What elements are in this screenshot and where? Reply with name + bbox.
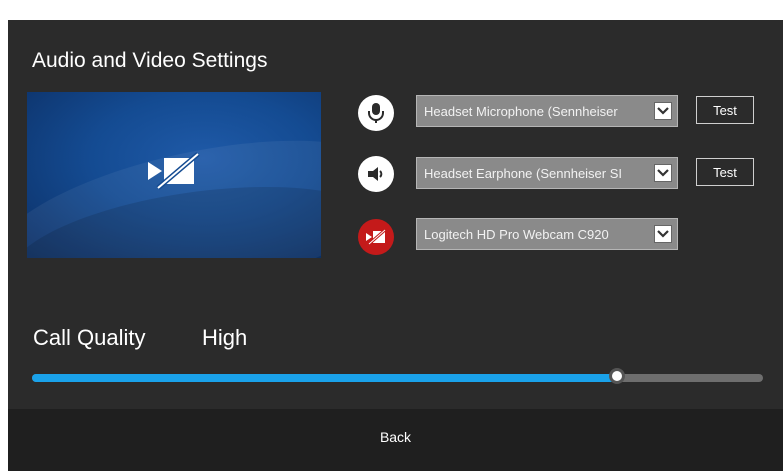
camera-select-value: Logitech HD Pro Webcam C920: [424, 227, 609, 242]
microphone-select[interactable]: Headset Microphone (Sennheiser: [416, 95, 678, 127]
speaker-icon: [358, 156, 394, 192]
call-quality-slider[interactable]: [32, 368, 763, 384]
test-speaker-button[interactable]: Test: [696, 158, 754, 186]
speaker-select-value: Headset Earphone (Sennheiser SI: [424, 166, 623, 181]
chevron-down-icon[interactable]: [654, 102, 672, 120]
call-quality-slider-thumb[interactable]: [608, 368, 625, 384]
video-preview: [27, 92, 321, 258]
call-quality-slider-fill: [32, 374, 617, 382]
page-title: Audio and Video Settings: [32, 49, 268, 72]
chevron-down-icon[interactable]: [654, 225, 672, 243]
footer-bar: Back: [8, 409, 783, 471]
microphone-icon: [358, 95, 394, 131]
camera-off-icon: [148, 152, 200, 190]
camera-select[interactable]: Logitech HD Pro Webcam C920: [416, 218, 678, 250]
speaker-select[interactable]: Headset Earphone (Sennheiser SI: [416, 157, 678, 189]
microphone-select-value: Headset Microphone (Sennheiser: [424, 104, 618, 119]
settings-panel: Audio and Video Settings Headset Microph…: [8, 20, 783, 471]
camera-off-icon[interactable]: [358, 219, 394, 255]
call-quality-value: High: [202, 325, 248, 350]
chevron-down-icon[interactable]: [654, 164, 672, 182]
call-quality-label: Call Quality: [33, 325, 146, 350]
back-button[interactable]: Back: [8, 429, 783, 445]
test-microphone-button[interactable]: Test: [696, 96, 754, 124]
